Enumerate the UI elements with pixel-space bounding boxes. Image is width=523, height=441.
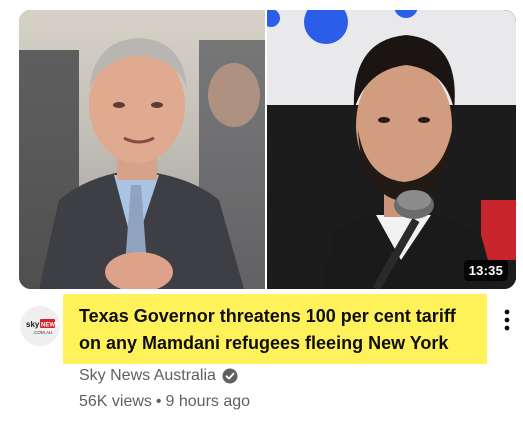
upload-age: 9 hours ago [165, 393, 251, 410]
duration-badge: 13:35 [463, 260, 508, 281]
thumbnail-right-photo [262, 10, 516, 289]
channel-name[interactable]: Sky News Australia [79, 367, 216, 385]
channel-row: Sky News Australia [79, 366, 238, 386]
video-title-line-2: on any Mamdani refugees fleeing New York [79, 333, 449, 353]
man-at-microphone-illustration [262, 10, 516, 289]
video-metadata: 56K views • 9 hours ago [79, 393, 250, 411]
video-title[interactable]: Texas Governor threatens 100 per cent ta… [79, 303, 489, 357]
video-title-line-1: Texas Governor threatens 100 per cent ta… [79, 306, 456, 326]
video-thumbnail[interactable]: 13:35 [19, 10, 516, 289]
channel-avatar[interactable]: sky NEWS .COM.AU [20, 306, 60, 346]
meta-separator: • [155, 393, 162, 410]
man-in-suit-illustration [19, 38, 266, 289]
verified-check-icon [222, 368, 238, 384]
more-vert-icon [504, 309, 510, 331]
thumbnail-divider [265, 10, 267, 289]
thumbnail-left-photo [19, 10, 266, 289]
video-card: 13:35 sky NEWS .COM.AU Texas Governor th… [0, 0, 523, 441]
svg-text:NEWS: NEWS [41, 323, 59, 329]
view-count: 56K views [79, 393, 152, 410]
sky-news-logo-icon: sky NEWS .COM.AU [20, 306, 60, 346]
more-options-button[interactable] [497, 306, 517, 334]
svg-text:sky: sky [26, 320, 40, 329]
svg-text:.COM.AU: .COM.AU [33, 330, 52, 335]
